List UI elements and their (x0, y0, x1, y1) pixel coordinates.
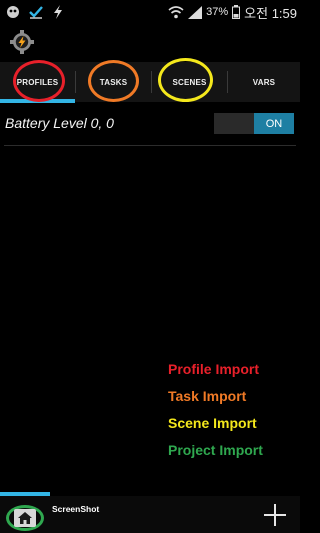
plus-icon[interactable] (262, 502, 288, 528)
project-bar (0, 496, 300, 533)
home-project-button[interactable] (6, 505, 44, 531)
clock: 오전 1:59 (244, 5, 297, 21)
action-bar (0, 24, 300, 62)
scene-import-highlight-ring (158, 58, 213, 102)
legend-profile-import: Profile Import (168, 361, 260, 377)
tab-vars[interactable]: VARS (228, 62, 300, 102)
android-alien-icon (7, 6, 19, 18)
list-divider (4, 145, 296, 146)
legend-scene-import: Scene Import (168, 415, 257, 431)
check-icon (29, 6, 43, 19)
battery-icon (232, 5, 241, 19)
profile-enabled-toggle[interactable]: ON (214, 113, 294, 134)
signal-icon (188, 5, 203, 19)
profile-name: Battery Level 0, 0 (5, 115, 114, 131)
profile-import-highlight-ring (13, 60, 65, 102)
lightning-icon (54, 5, 62, 19)
home-icon-container (14, 509, 36, 527)
import-legend: Profile Import Task Import Scene Import … (168, 361, 263, 469)
profile-row-battery-level[interactable]: Battery Level 0, 0 ON (0, 109, 300, 139)
gear-lightning-icon[interactable] (10, 30, 34, 54)
project-tab-screenshot[interactable]: ScreenShot (52, 503, 99, 515)
battery-percent: 37% (206, 6, 229, 18)
tab-vars-label: VARS (252, 77, 276, 87)
status-bar-notifications (6, 3, 64, 21)
home-icon (18, 512, 32, 524)
legend-project-import: Project Import (168, 442, 263, 458)
toggle-on-label: ON (254, 113, 294, 134)
task-import-highlight-ring (88, 60, 139, 102)
status-bar: 37% 오전 1:59 (0, 0, 300, 24)
wifi-icon (168, 5, 184, 18)
legend-task-import: Task Import (168, 388, 247, 404)
status-bar-system: 37% 오전 1:59 (168, 2, 297, 22)
